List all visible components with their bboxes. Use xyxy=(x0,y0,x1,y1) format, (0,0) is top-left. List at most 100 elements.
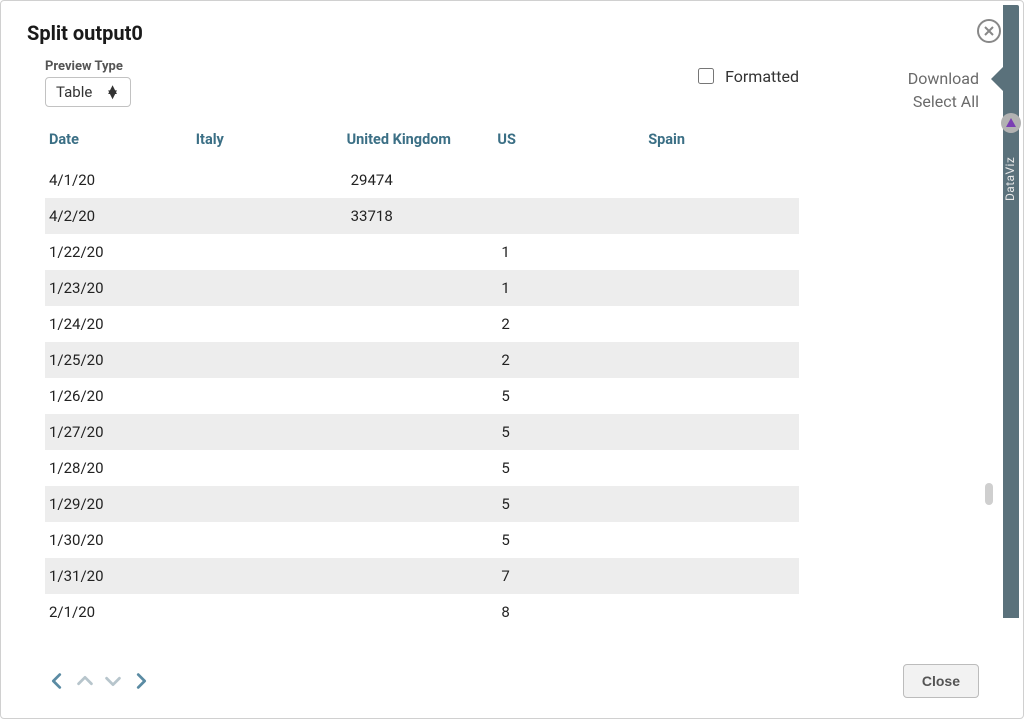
formatted-toggle[interactable]: Formatted xyxy=(694,65,799,87)
cell-italy xyxy=(196,594,347,630)
cell-spain xyxy=(648,270,799,306)
side-panel-label: DataViz xyxy=(1003,157,1017,201)
cell-italy xyxy=(196,234,347,270)
modal-footer: Close xyxy=(1,648,1023,718)
cell-spain xyxy=(648,234,799,270)
preview-type-select[interactable]: Table ▲▼ xyxy=(45,77,131,107)
controls-row: Preview Type Table ▲▼ Formatted xyxy=(1,53,1023,117)
table-row[interactable]: 1/26/20 5 xyxy=(45,378,799,414)
cell-italy xyxy=(196,270,347,306)
cell-spain xyxy=(648,378,799,414)
preview-type-group: Preview Type Table ▲▼ xyxy=(45,59,131,107)
download-link[interactable]: Download xyxy=(908,69,979,88)
cell-us: 5 xyxy=(497,450,648,486)
cell-uk xyxy=(347,522,498,558)
col-header-italy[interactable]: Italy xyxy=(196,123,347,162)
cell-us: 5 xyxy=(497,414,648,450)
cell-us: 1 xyxy=(497,234,648,270)
table-scroll[interactable]: Date Italy United Kingdom US Spain 4/1/2… xyxy=(45,123,999,648)
cell-us xyxy=(497,162,648,198)
cell-us: 8 xyxy=(497,594,648,630)
cell-italy xyxy=(196,414,347,450)
cell-uk xyxy=(347,306,498,342)
table-row[interactable]: 4/1/20 29474 xyxy=(45,162,799,198)
cell-us: 5 xyxy=(497,378,648,414)
page-first-button[interactable] xyxy=(45,669,69,693)
cell-uk xyxy=(347,378,498,414)
col-header-us[interactable]: US xyxy=(497,123,648,162)
table-row[interactable]: 4/2/2033718 xyxy=(45,198,799,234)
cell-italy xyxy=(196,450,347,486)
chevron-left-icon xyxy=(46,670,68,692)
data-table: Date Italy United Kingdom US Spain 4/1/2… xyxy=(45,123,799,630)
cell-date: 1/26/20 xyxy=(45,378,196,414)
preview-type-value: Table xyxy=(56,83,92,101)
table-row[interactable]: 1/29/205 xyxy=(45,486,799,522)
select-all-link[interactable]: Select All xyxy=(913,92,979,111)
cell-date: 1/22/20 xyxy=(45,234,196,270)
cell-uk xyxy=(347,270,498,306)
close-icon-button[interactable] xyxy=(977,19,1001,43)
cell-italy xyxy=(196,558,347,594)
table-row[interactable]: 1/31/207 xyxy=(45,558,799,594)
dataviz-badge-icon[interactable] xyxy=(1001,113,1021,133)
cell-spain xyxy=(648,558,799,594)
header-row: Date Italy United Kingdom US Spain xyxy=(45,123,799,162)
col-header-date[interactable]: Date xyxy=(45,123,196,162)
table-row[interactable]: 1/25/20 2 xyxy=(45,342,799,378)
cell-date: 1/28/20 xyxy=(45,450,196,486)
cell-spain xyxy=(648,414,799,450)
cell-uk xyxy=(347,450,498,486)
chevron-right-icon xyxy=(130,670,152,692)
cell-date: 4/2/20 xyxy=(45,198,196,234)
chevron-up-icon xyxy=(74,670,96,692)
cell-uk: 29474 xyxy=(347,162,498,198)
cell-spain xyxy=(648,306,799,342)
formatted-checkbox[interactable] xyxy=(698,68,714,84)
scrollbar-thumb[interactable] xyxy=(985,483,993,505)
pager xyxy=(45,669,153,693)
col-header-uk[interactable]: United Kingdom xyxy=(347,123,498,162)
table-row[interactable]: 2/1/20 8 xyxy=(45,594,799,630)
cell-us: 2 xyxy=(497,342,648,378)
cell-italy xyxy=(196,342,347,378)
cell-spain xyxy=(648,522,799,558)
cell-date: 1/27/20 xyxy=(45,414,196,450)
cell-spain xyxy=(648,594,799,630)
cell-spain xyxy=(648,198,799,234)
cell-uk xyxy=(347,234,498,270)
page-last-button[interactable] xyxy=(129,669,153,693)
cell-uk xyxy=(347,486,498,522)
cell-date: 1/30/20 xyxy=(45,522,196,558)
cell-spain xyxy=(648,450,799,486)
cell-date: 1/25/20 xyxy=(45,342,196,378)
cell-us: 5 xyxy=(497,486,648,522)
cell-date: 2/1/20 xyxy=(45,594,196,630)
page-prev-button[interactable] xyxy=(73,669,97,693)
select-arrows-icon: ▲▼ xyxy=(105,87,120,97)
right-links: Download Select All xyxy=(908,69,979,111)
table-row[interactable]: 1/27/20 5 xyxy=(45,414,799,450)
col-header-spain[interactable]: Spain xyxy=(648,123,799,162)
chevron-down-icon xyxy=(102,670,124,692)
scrollbar[interactable] xyxy=(985,123,993,648)
cell-us xyxy=(497,198,648,234)
side-panel[interactable]: DataViz xyxy=(1003,5,1019,618)
page-next-button[interactable] xyxy=(101,669,125,693)
table-row[interactable]: 1/30/205 xyxy=(45,522,799,558)
side-panel-notch-icon xyxy=(991,67,1003,91)
table-row[interactable]: 1/28/20 5 xyxy=(45,450,799,486)
cell-italy xyxy=(196,162,347,198)
cell-spain xyxy=(648,486,799,522)
table-row[interactable]: 1/24/202 xyxy=(45,306,799,342)
modal-title: Split output0 xyxy=(27,21,997,45)
close-button[interactable]: Close xyxy=(903,664,979,698)
preview-type-label: Preview Type xyxy=(45,59,131,74)
cell-date: 4/1/20 xyxy=(45,162,196,198)
table-row[interactable]: 1/23/201 xyxy=(45,270,799,306)
table-body: 4/1/20294744/2/20337181/22/2011/23/2011/… xyxy=(45,162,799,630)
cell-spain xyxy=(648,342,799,378)
table-row[interactable]: 1/22/20 1 xyxy=(45,234,799,270)
formatted-label: Formatted xyxy=(725,67,799,86)
cell-italy xyxy=(196,486,347,522)
